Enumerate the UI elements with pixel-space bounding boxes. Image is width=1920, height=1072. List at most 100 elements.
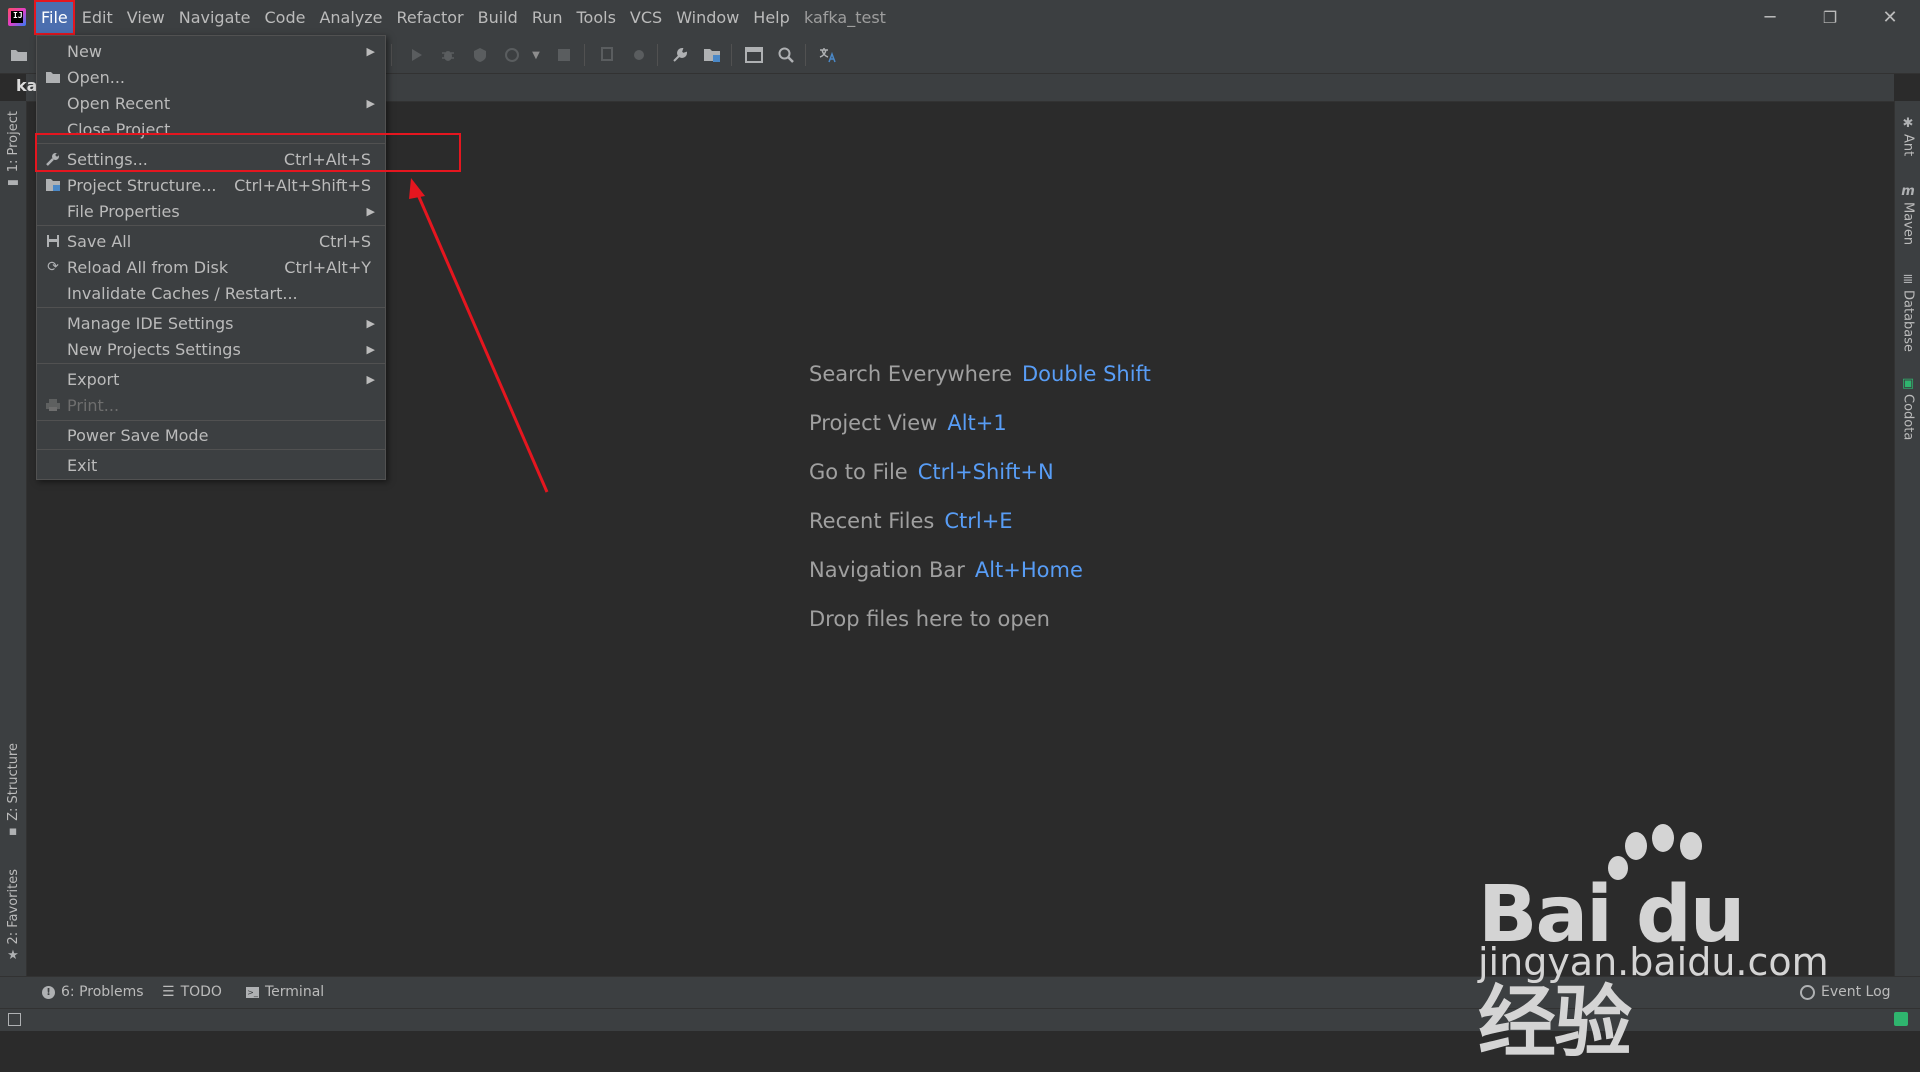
- hint-project-view: Project View Alt+1: [809, 411, 1007, 435]
- toolbar-separator: [391, 44, 392, 66]
- menu-vcs[interactable]: VCS: [623, 0, 669, 35]
- menu-analyze[interactable]: Analyze: [312, 0, 389, 35]
- menu-item-power-save-mode[interactable]: Power Save Mode: [37, 422, 385, 448]
- hint-navigation-bar: Navigation Bar Alt+Home: [809, 558, 1083, 582]
- menu-build[interactable]: Build: [471, 0, 525, 35]
- tab-database[interactable]: ≣ Database: [1895, 269, 1920, 352]
- menu-item-invalidate-caches[interactable]: Invalidate Caches / Restart...: [37, 280, 385, 306]
- tab-ant[interactable]: ✱ Ant: [1895, 113, 1920, 156]
- menu-file[interactable]: File: [34, 0, 75, 35]
- profile-icon[interactable]: [502, 45, 522, 65]
- menu-item-exit[interactable]: Exit: [37, 452, 385, 478]
- menu-item-manage-ide-settings[interactable]: Manage IDE Settings ▶: [37, 310, 385, 336]
- tab-project[interactable]: 1: Project ▬: [0, 111, 26, 193]
- debug-icon[interactable]: [438, 45, 458, 65]
- menu-item-new[interactable]: New ▶: [37, 38, 385, 64]
- todo-list-icon: ☰: [162, 984, 175, 1000]
- tab-codota[interactable]: ▣ Codota: [1895, 373, 1920, 440]
- toolbar-separator: [657, 44, 658, 66]
- window-title: kafka_test: [804, 8, 886, 27]
- watermark-url: jingyan.baidu.com: [1478, 940, 1829, 984]
- menu-window[interactable]: Window: [669, 0, 746, 35]
- toolbar-separator: [805, 44, 806, 66]
- menu-separator: [37, 420, 385, 421]
- problems-icon: !: [42, 985, 55, 999]
- ant-icon: ✱: [1902, 116, 1914, 131]
- project-structure-icon: [44, 176, 62, 194]
- database-icon: ≣: [1902, 272, 1914, 287]
- menu-tools[interactable]: Tools: [570, 0, 623, 35]
- project-structure-icon[interactable]: [702, 45, 722, 65]
- menu-separator: [37, 307, 385, 308]
- file-menu-dropdown: New ▶ Open... Open Recent ▶ Close Projec…: [36, 35, 386, 480]
- tab-structure[interactable]: Z: Structure ▪: [0, 743, 26, 842]
- menu-separator: [37, 449, 385, 450]
- codota-icon: ▣: [1901, 376, 1915, 391]
- editor-empty-hints: Search Everywhere Double Shift Project Vi…: [809, 362, 1151, 656]
- left-tool-strip: 1: Project ▬ Z: Structure ▪ 2: Favorites…: [0, 101, 27, 976]
- submenu-arrow-icon: ▶: [366, 44, 375, 58]
- menu-item-save-all[interactable]: Save All Ctrl+S: [37, 228, 385, 254]
- menu-edit[interactable]: Edit: [75, 0, 120, 35]
- menu-item-export[interactable]: Export ▶: [37, 366, 385, 392]
- maven-icon: m: [1901, 184, 1915, 199]
- minimize-button[interactable]: ─: [1740, 0, 1800, 35]
- stop-icon[interactable]: [554, 45, 574, 65]
- submenu-arrow-icon: ▶: [366, 96, 375, 110]
- terminal-icon: >_: [246, 986, 259, 998]
- menu-navigate[interactable]: Navigate: [172, 0, 258, 35]
- printer-icon: [44, 396, 62, 414]
- submenu-arrow-icon: ▶: [366, 342, 375, 356]
- toolbar-separator: [731, 44, 732, 66]
- build-project-icon[interactable]: [629, 45, 649, 65]
- search-icon[interactable]: [776, 45, 796, 65]
- baidu-jingyan-watermark: Bai du 经验 jingyan.baidu.com: [1470, 820, 1830, 1068]
- menu-item-project-structure[interactable]: Project Structure... Ctrl+Alt+Shift+S: [37, 172, 385, 198]
- folder-icon: ▬: [6, 175, 20, 191]
- close-window-button[interactable]: ✕: [1860, 0, 1920, 35]
- menu-item-new-projects-settings[interactable]: New Projects Settings ▶: [37, 336, 385, 362]
- menu-view[interactable]: View: [120, 0, 172, 35]
- toolbar-separator: [584, 44, 585, 66]
- run-icon[interactable]: [406, 45, 426, 65]
- menu-code[interactable]: Code: [258, 0, 313, 35]
- refresh-icon: ⟳: [47, 259, 59, 275]
- open-folder-icon[interactable]: [9, 45, 29, 65]
- tab-maven[interactable]: m Maven: [1895, 181, 1920, 245]
- settings-highlight-annotation: [35, 133, 461, 172]
- tab-problems[interactable]: ! 6: Problems: [42, 984, 144, 1000]
- structure-icon: ▪: [8, 823, 18, 839]
- main-menu-bar: File Edit View Navigate Code Analyze Ref…: [34, 0, 797, 35]
- tab-favorites[interactable]: 2: Favorites ★: [0, 869, 26, 966]
- menu-help[interactable]: Help: [746, 0, 796, 35]
- menu-run[interactable]: Run: [525, 0, 570, 35]
- menu-separator: [37, 363, 385, 364]
- toggle-tool-windows-icon[interactable]: [8, 1013, 21, 1026]
- attach-debugger-icon[interactable]: [597, 45, 617, 65]
- translate-icon[interactable]: [818, 45, 838, 65]
- open-folder-icon: [44, 68, 62, 86]
- restore-button[interactable]: ❐: [1800, 0, 1860, 35]
- submenu-arrow-icon: ▶: [366, 316, 375, 330]
- tab-terminal[interactable]: >_ Terminal: [246, 984, 324, 1000]
- menu-item-open-recent[interactable]: Open Recent ▶: [37, 90, 385, 116]
- menu-refactor[interactable]: Refactor: [390, 0, 471, 35]
- tab-todo[interactable]: ☰ TODO: [162, 984, 222, 1000]
- menu-item-file-properties[interactable]: File Properties ▶: [37, 198, 385, 224]
- right-tool-strip: ✱ Ant m Maven ≣ Database ▣ Codota: [1894, 101, 1920, 976]
- chevron-down-icon[interactable]: ▼: [526, 45, 546, 65]
- intellij-logo-icon[interactable]: IJ: [8, 8, 26, 26]
- save-icon: [44, 232, 62, 250]
- menu-item-open[interactable]: Open...: [37, 64, 385, 90]
- star-icon: ★: [7, 947, 19, 963]
- hint-recent-files: Recent Files Ctrl+E: [809, 509, 1013, 533]
- menu-item-reload-all[interactable]: ⟳ Reload All from Disk Ctrl+Alt+Y: [37, 254, 385, 280]
- terminal-window-icon[interactable]: [744, 45, 764, 65]
- codota-status-icon[interactable]: [1894, 1012, 1908, 1026]
- title-bar: IJ File Edit View Navigate Code Analyze …: [0, 0, 1920, 35]
- hint-go-to-file: Go to File Ctrl+Shift+N: [809, 460, 1054, 484]
- wrench-icon[interactable]: [670, 45, 690, 65]
- coverage-icon[interactable]: [470, 45, 490, 65]
- hint-search-everywhere: Search Everywhere Double Shift: [809, 362, 1151, 386]
- hint-drop-files: Drop files here to open: [809, 607, 1050, 631]
